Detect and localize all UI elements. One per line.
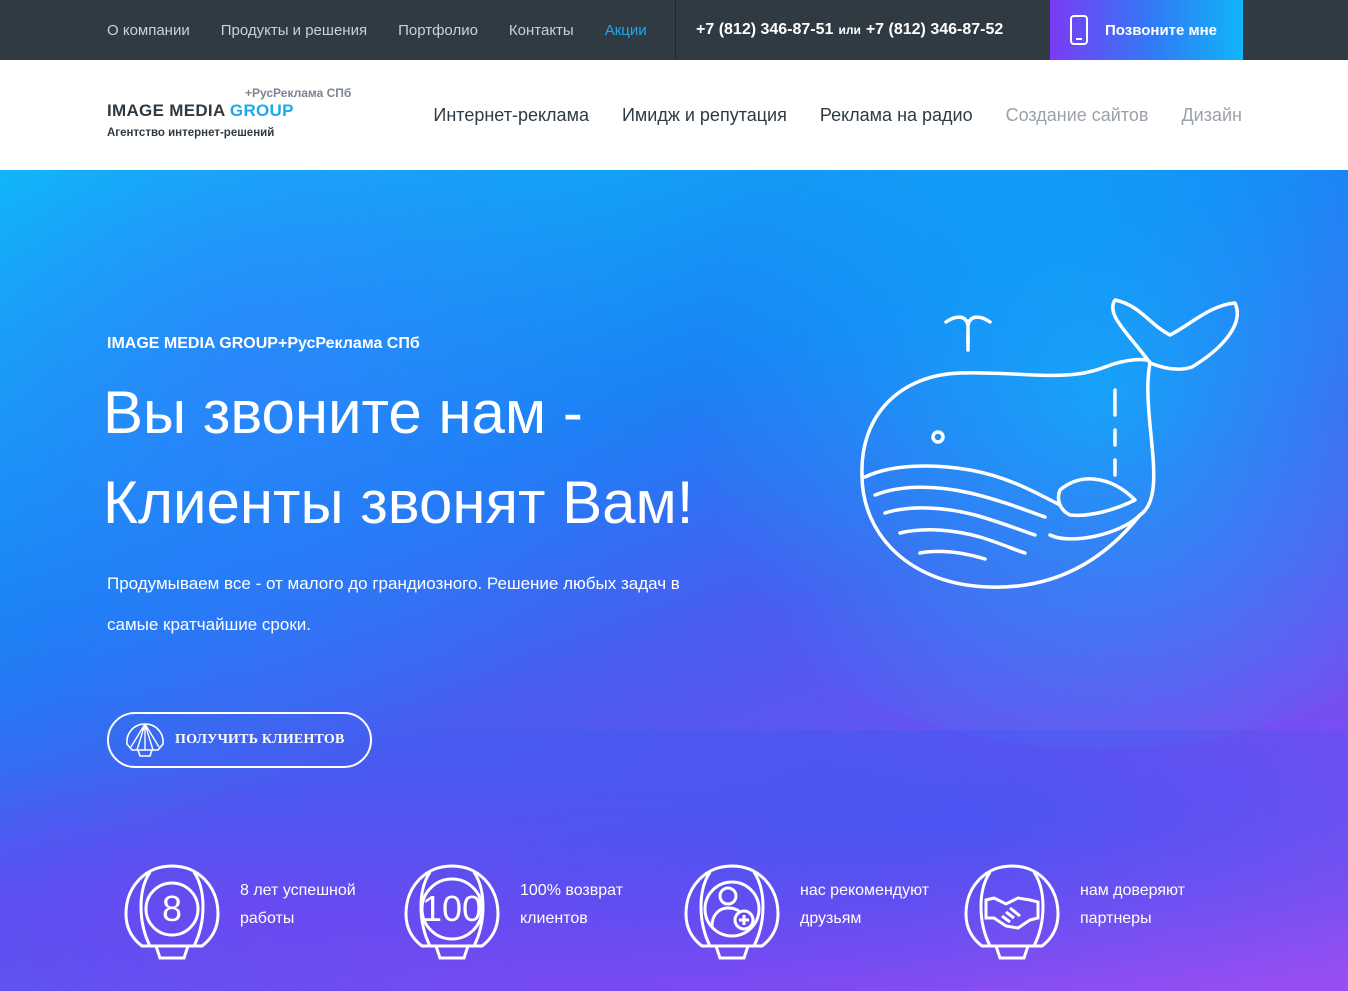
stat-years-line-2: работы xyxy=(240,910,295,927)
stat-clients-return: 100 100% возврат клиентов xyxy=(400,860,680,960)
stat-partners: нам доверяют партнеры xyxy=(960,860,1240,960)
get-clients-button[interactable]: ПОЛУЧИТЬ КЛИЕНТОВ xyxy=(107,712,372,768)
main-nav-web-development[interactable]: Создание сайтов xyxy=(1006,105,1149,126)
stat-clients-return-line-1: 100% возврат xyxy=(520,882,624,899)
top-bar-divider xyxy=(675,0,676,60)
logo-subtitle: +РусРеклама СПб xyxy=(245,86,352,100)
main-nav: Интернет-реклама Имидж и репутация Рекла… xyxy=(400,60,1242,170)
top-nav-portfolio[interactable]: Портфолио xyxy=(398,22,478,39)
main-nav-internet-ads[interactable]: Интернет-реклама xyxy=(433,105,589,126)
shell-icon xyxy=(126,723,164,757)
whale-icon xyxy=(860,298,1239,589)
logo-wordmark: IMAGE MEDIA GROUP xyxy=(107,101,294,121)
stat-years-badge: 8 xyxy=(161,888,183,929)
stat-years-line-1: 8 лет успешной xyxy=(240,882,356,899)
logo-wordmark-b: GROUP xyxy=(229,101,294,120)
phone-2-link[interactable]: +7 (812) 346-87-52 xyxy=(866,21,1003,39)
top-nav: О компании Продукты и решения Портфолио … xyxy=(107,0,678,60)
logo-wordmark-a: IMAGE MEDIA xyxy=(107,101,230,120)
stat-recommend-line-2: друзьям xyxy=(800,910,862,927)
phone-1-link[interactable]: +7 (812) 346-87-51 xyxy=(696,21,833,39)
logo[interactable]: +РусРеклама СПб IMAGE MEDIA GROUP Агентс… xyxy=(107,86,367,146)
hero-description: Продумываем все - от малого до грандиозн… xyxy=(107,574,680,634)
main-nav-radio-ads[interactable]: Реклама на радио xyxy=(820,105,973,126)
stats-row: 8 8 лет успешной работы 100 100% возврат… xyxy=(120,860,1248,960)
smartphone-icon xyxy=(1070,15,1088,45)
top-nav-about[interactable]: О компании xyxy=(107,22,190,39)
stat-recommend-text: нас рекомендуют друзьям xyxy=(800,877,960,933)
stat-partners-line-1: нам доверяют xyxy=(1080,882,1185,899)
stat-clients-return-badge: 100 xyxy=(421,888,483,929)
get-clients-label: ПОЛУЧИТЬ КЛИЕНТОВ xyxy=(175,732,345,747)
stat-clients-return-text: 100% возврат клиентов xyxy=(520,877,680,933)
logo-tagline: Агентство интернет-решений xyxy=(107,127,275,139)
hero-headline: Вы звоните нам - Клиенты звонят Вам! xyxy=(103,368,693,548)
top-bar: О компании Продукты и решения Портфолио … xyxy=(0,0,1348,60)
hero-headline-line-1: Вы звоните нам - xyxy=(103,379,583,446)
hero-section: IMAGE MEDIA GROUP+РусРеклама СПб Вы звон… xyxy=(0,170,1348,991)
hero-headline-line-2: Клиенты звонят Вам! xyxy=(103,469,694,536)
top-nav-products[interactable]: Продукты и решения xyxy=(221,22,367,39)
phone-numbers: +7 (812) 346-87-51 или +7 (812) 346-87-5… xyxy=(696,0,1003,60)
call-me-button[interactable]: Позвоните мне xyxy=(1050,0,1243,60)
top-nav-contacts[interactable]: Контакты xyxy=(509,22,574,39)
main-nav-image-reputation[interactable]: Имидж и репутация xyxy=(622,105,787,126)
stat-years-text: 8 лет успешной работы xyxy=(240,877,400,933)
stat-recommend-line-1: нас рекомендуют xyxy=(800,882,930,899)
shell-user-add-icon xyxy=(684,864,780,960)
stat-clients-return-line-2: клиентов xyxy=(520,910,588,927)
stat-partners-line-2: партнеры xyxy=(1080,910,1152,927)
top-nav-promotions[interactable]: Акции xyxy=(605,22,647,39)
stat-years: 8 8 лет успешной работы xyxy=(120,860,400,960)
shell-handshake-icon xyxy=(964,864,1060,960)
call-me-label: Позвоните мне xyxy=(1105,21,1218,39)
site-header: +РусРеклама СПб IMAGE MEDIA GROUP Агентс… xyxy=(0,60,1348,170)
hero-kicker: IMAGE MEDIA GROUP+РусРеклама СПб xyxy=(107,335,420,352)
stat-recommend: нас рекомендуют друзьям xyxy=(680,860,960,960)
main-nav-design[interactable]: Дизайн xyxy=(1181,105,1242,126)
phone-or-label: или xyxy=(838,23,861,37)
stat-partners-text: нам доверяют партнеры xyxy=(1080,877,1240,933)
